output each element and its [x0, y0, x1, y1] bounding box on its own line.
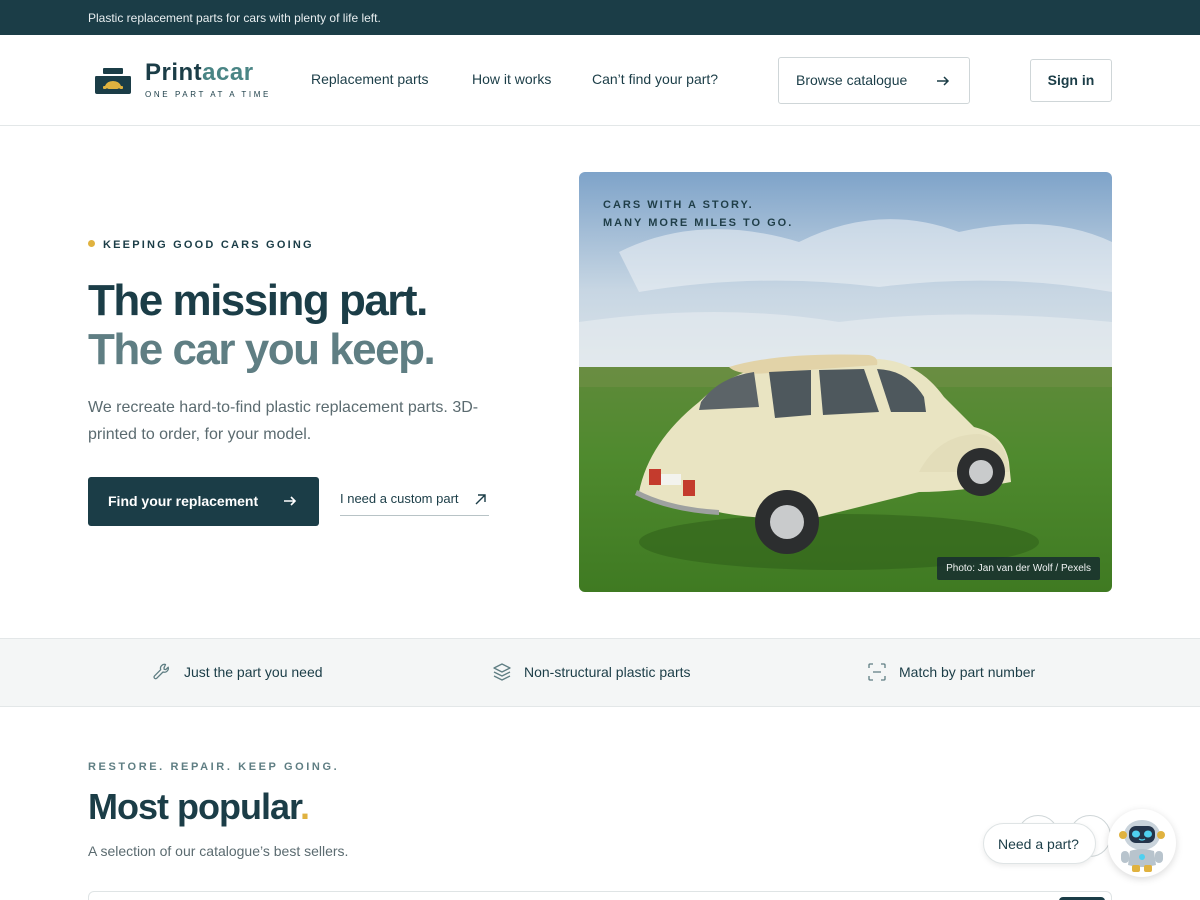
- product-carousel-card: [88, 891, 1112, 900]
- layers-icon: [493, 663, 511, 681]
- car-in-field-illustration: [579, 172, 1112, 592]
- site-header: Printacar ONE PART AT A TIME Replacement…: [0, 35, 1200, 126]
- find-replacement-label: Find your replacement: [108, 493, 259, 509]
- hero-lead: We recreate hard-to-find plastic replace…: [88, 399, 479, 443]
- sign-in-label: Sign in: [1047, 72, 1095, 88]
- popular-subtitle: A selection of our catalogue’s best sell…: [88, 843, 349, 859]
- announcement-text: Plastic replacement parts for cars with …: [88, 11, 381, 25]
- robot-icon: [1119, 820, 1165, 872]
- nav-how-it-works[interactable]: How it works: [472, 71, 551, 87]
- hero-headline-line2: The car you keep.: [88, 325, 436, 374]
- find-replacement-button[interactable]: Find your replacement: [88, 477, 319, 526]
- browse-catalogue-button[interactable]: Browse catalogue: [778, 57, 970, 104]
- brand-logo[interactable]: Printacar ONE PART AT A TIME: [88, 57, 268, 105]
- arrow-right-icon: [284, 496, 297, 506]
- nav-replacement-parts[interactable]: Replacement parts: [311, 71, 429, 87]
- hero-headline-line1: The missing part.: [88, 276, 428, 325]
- photo-credit: Photo: Jan van der Wolf / Pexels: [937, 557, 1100, 580]
- custom-part-link[interactable]: I need a custom part: [340, 491, 489, 516]
- image-caption: CARS WITH A STORY. MANY MORE MILES TO GO…: [603, 199, 794, 229]
- chat-prompt-bubble[interactable]: Need a part?: [983, 823, 1096, 864]
- hero-image: CARS WITH A STORY. MANY MORE MILES TO GO…: [579, 172, 1112, 592]
- arrow-right-icon: [937, 76, 950, 86]
- popular-title: Most popular.: [88, 786, 310, 827]
- announcement-bar: Plastic replacement parts for cars with …: [0, 0, 1200, 35]
- brand-name: Printacar: [145, 59, 254, 86]
- arrow-up-right-icon: [475, 494, 486, 505]
- eyebrow-dot: [88, 240, 95, 247]
- features-strip: Just the part you need Non-structural pl…: [0, 638, 1200, 707]
- scan-icon: [868, 663, 886, 681]
- chat-prompt-label: Need a part?: [998, 836, 1079, 852]
- popular-eyebrow: RESTORE. REPAIR. KEEP GOING.: [88, 761, 340, 773]
- hero-eyebrow: KEEPING GOOD CARS GOING: [88, 239, 314, 251]
- brand-tagline: ONE PART AT A TIME: [145, 90, 271, 99]
- printer-car-icon: [95, 68, 131, 94]
- chat-assistant-button[interactable]: [1108, 809, 1176, 877]
- browse-catalogue-label: Browse catalogue: [796, 72, 908, 88]
- custom-part-label: I need a custom part: [340, 491, 459, 506]
- sign-in-button[interactable]: Sign in: [1030, 59, 1112, 102]
- wrench-icon: [153, 663, 169, 680]
- nav-cant-find-part[interactable]: Can’t find your part?: [592, 71, 718, 87]
